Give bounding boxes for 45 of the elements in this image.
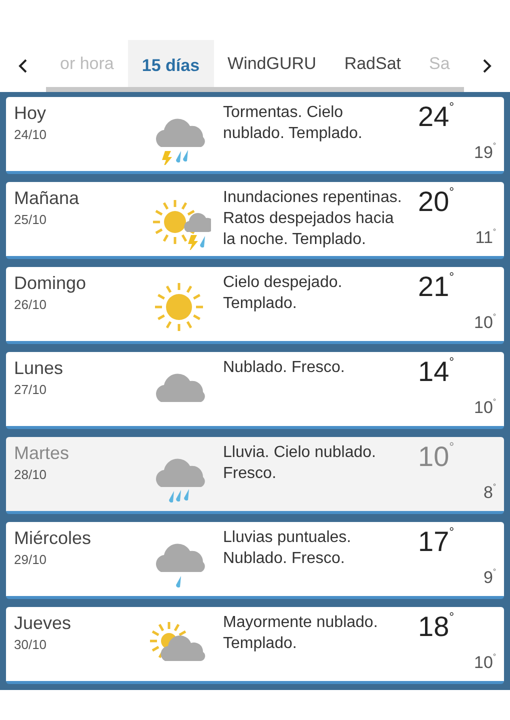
day-date: 25/10 bbox=[14, 210, 48, 229]
low-temperature: 8$^{°}$ bbox=[483, 480, 496, 504]
forecast-row[interactable]: Domingo 26/10 Cielo despejado. Templado. 21$^{°}$ 10$^{°}$ bbox=[6, 267, 504, 344]
high-temperature: 21$^{°}$ bbox=[417, 273, 454, 302]
forecast-row[interactable]: Lunes 27/10 Nublado. Fresco. 14$^{°}$ 10$^{°}$ bbox=[6, 352, 504, 430]
forecast-row[interactable]: Miércoles 29/10 Lluvias puntuales. Nublado. Fresco. 17$^{°}$ 9$^{°}$ bbox=[6, 522, 504, 600]
low-temperature: 10$^{°}$ bbox=[474, 650, 496, 674]
weather-description: Lluvia. Cielo nublado. Fresco. bbox=[222, 443, 377, 484]
day-date: 27/10 bbox=[14, 380, 48, 399]
high-temperature: 10$^{°}$ bbox=[417, 443, 454, 472]
weather-description: Tormentas. Cielo nublado. Templado. bbox=[222, 103, 364, 144]
day-date: 26/10 bbox=[14, 296, 48, 314]
low-temperature: 19$^{°}$ bbox=[474, 140, 496, 164]
day-name: Mañana bbox=[14, 188, 80, 210]
day-name: Jueves bbox=[14, 613, 72, 635]
weather-description: Lluvias puntuales. Nublado. Fresco. bbox=[222, 528, 352, 570]
weather-description: Inundaciones repentinas. Ratos despejados hacia la noche. Templado. bbox=[222, 188, 403, 250]
forecast-row[interactable]: Hoy 24/10 Tormentas. Cielo nublado. Templado. 24$^{°}$ 19$^{°}$ bbox=[6, 97, 504, 174]
weather-description: Nublado. Fresco. bbox=[222, 358, 346, 378]
high-temperature: 24$^{°}$ bbox=[417, 103, 454, 131]
low-temperature: 9$^{°}$ bbox=[483, 566, 496, 589]
weather-description: Mayormente nublado. Templado. bbox=[222, 613, 379, 654]
tab[interactable]: WindGURU bbox=[214, 40, 330, 87]
day-date: 24/10 bbox=[14, 126, 48, 144]
high-temperature: 20$^{°}$ bbox=[417, 188, 454, 216]
forecast-row[interactable]: Mañana 25/10 Inundaciones repentinas. Ratos despejados hacia la noche. Templado. 20$^{°}$ 11$^{°}$ bbox=[6, 182, 504, 260]
low-temperature: 10$^{°}$ bbox=[474, 310, 496, 334]
day-name: Domingo bbox=[14, 273, 88, 295]
day-name: Hoy bbox=[14, 103, 48, 125]
low-temperature: 10$^{°}$ bbox=[474, 396, 496, 419]
day-date: 30/10 bbox=[14, 636, 48, 654]
low-temperature: 11$^{°}$ bbox=[475, 226, 496, 249]
day-date: 28/10 bbox=[14, 466, 48, 484]
high-temperature: 18$^{°}$ bbox=[417, 613, 454, 642]
tab[interactable]: 15 días bbox=[128, 40, 214, 87]
forecast-row[interactable]: Martes 28/10 Lluvia. Cielo nublado. Fresco. 10$^{°}$ 8$^{°}$ bbox=[6, 437, 504, 514]
high-temperature: 17$^{°}$ bbox=[417, 528, 454, 556]
day-name: Martes bbox=[14, 443, 70, 465]
forecast-row[interactable]: Jueves 30/10 Mayormente nublado. Templado. 18$^{°}$ 10$^{°}$ bbox=[6, 607, 504, 684]
day-name: Miércoles bbox=[14, 528, 92, 550]
day-date: 29/10 bbox=[14, 550, 48, 569]
weather-description: Cielo despejado. Templado. bbox=[222, 273, 344, 314]
tab[interactable]: RadSat bbox=[330, 40, 416, 87]
day-name: Lunes bbox=[14, 358, 64, 380]
high-temperature: 14$^{°}$ bbox=[417, 358, 454, 386]
